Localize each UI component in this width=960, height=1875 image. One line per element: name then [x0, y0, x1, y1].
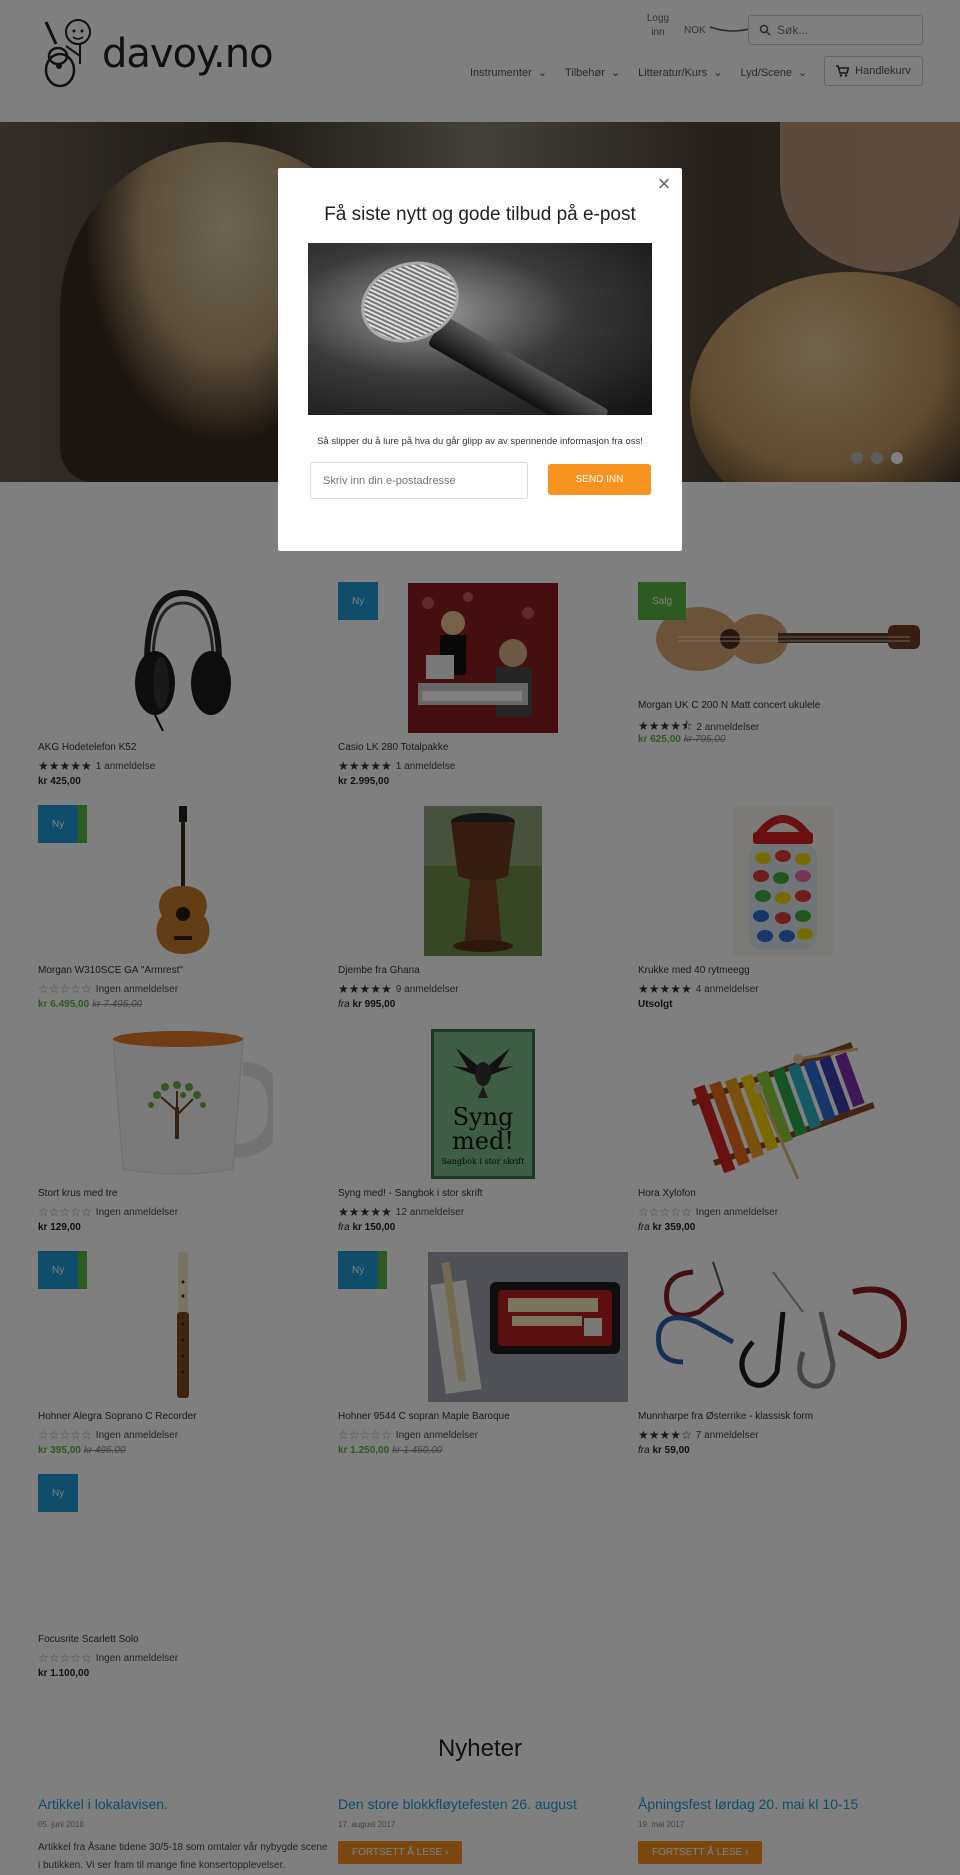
close-icon[interactable]: ×	[652, 172, 676, 196]
email-field[interactable]	[310, 462, 528, 499]
newsletter-modal: × Få siste nytt og gode tilbud på e-post…	[278, 168, 682, 551]
microphone-body	[427, 315, 610, 415]
microphone-image	[308, 243, 652, 415]
modal-subtitle: Så slipper du å lure på hva du går glipp…	[317, 436, 643, 447]
modal-title: Få siste nytt og gode tilbud på e-post	[324, 204, 636, 225]
send-button[interactable]: SEND INN	[548, 464, 651, 495]
